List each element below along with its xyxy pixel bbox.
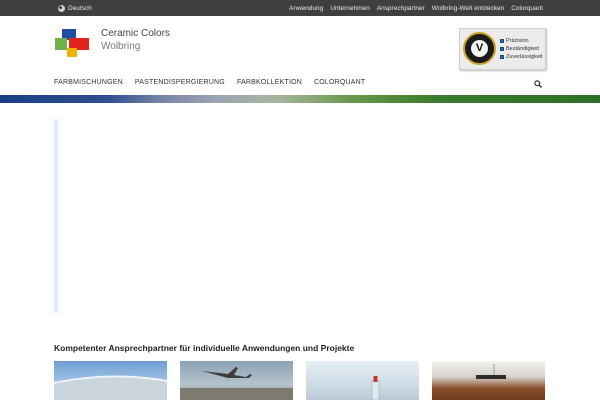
quality-badge-icon: V [463,32,496,65]
teaser-cards [54,361,546,400]
color-gradient-stripe [0,95,600,103]
logo-green-square [55,38,67,50]
seal-item: Beständigkeit [500,45,543,53]
logo-yellow-square [67,48,77,57]
top-link-colorquant[interactable]: Colorquant [511,5,543,12]
language-selector[interactable]: Deutsch [58,3,92,13]
seal-item-label: Präzision [506,38,529,44]
nav-item-farbkollektion[interactable]: FARBKOLLEKTION [237,79,302,89]
nav-item-colorquant[interactable]: COLORQUANT [314,79,365,89]
seal-item: Präzision [500,37,543,45]
brand-subname[interactable]: Wolbring [101,41,140,52]
seal-item: Zuverlässigkeit [500,53,543,61]
building-image [54,375,167,400]
hero-slider[interactable] [54,119,546,313]
nav-item-pastendispergierung[interactable]: PASTENDISPERGIERUNG [135,79,225,89]
bottle-image [371,376,380,400]
airplane-image [180,367,293,400]
top-link-anwendung[interactable]: Anwendung [289,5,323,12]
globe-icon [58,4,65,12]
checkbox-icon [500,55,504,59]
seal-list: Präzision Beständigkeit Zuverlässigkeit [500,37,543,61]
checkbox-icon [500,47,504,51]
company-logo[interactable] [55,29,89,57]
top-link-ansprechpartner[interactable]: Ansprechpartner [377,5,425,12]
quality-seal: V Präzision Beständigkeit Zuverlässigkei… [459,28,546,70]
kitchen-image [476,364,506,379]
top-navigation: Anwendung Unternehmen Ansprechpartner Wo… [289,0,543,16]
nav-item-farbmischungen[interactable]: FARBMISCHUNGEN [54,79,123,89]
top-bar: Deutsch Anwendung Unternehmen Ansprechpa… [0,0,600,16]
teaser-card-architecture[interactable] [54,361,167,400]
teaser-card-kitchen[interactable] [432,361,545,400]
section-title: Kompetenter Ansprechpartner für individu… [54,343,355,353]
badge-letter: V [471,40,488,57]
top-link-wolbring-welt[interactable]: Wolbring-Welt entdecken [432,5,504,12]
checkbox-icon [500,39,504,43]
search-icon[interactable] [534,80,542,88]
brand-name[interactable]: Ceramic Colors [101,28,170,39]
top-link-unternehmen[interactable]: Unternehmen [330,5,369,12]
language-label: Deutsch [68,4,92,12]
seal-item-label: Beständigkeit [506,46,540,52]
seal-item-label: Zuverlässigkeit [506,54,543,60]
teaser-card-bottle[interactable] [306,361,419,400]
slider-accent-bar [54,119,58,313]
teaser-card-airplane[interactable] [180,361,293,400]
main-navigation: FARBMISCHUNGEN PASTENDISPERGIERUNG FARBK… [54,79,365,89]
